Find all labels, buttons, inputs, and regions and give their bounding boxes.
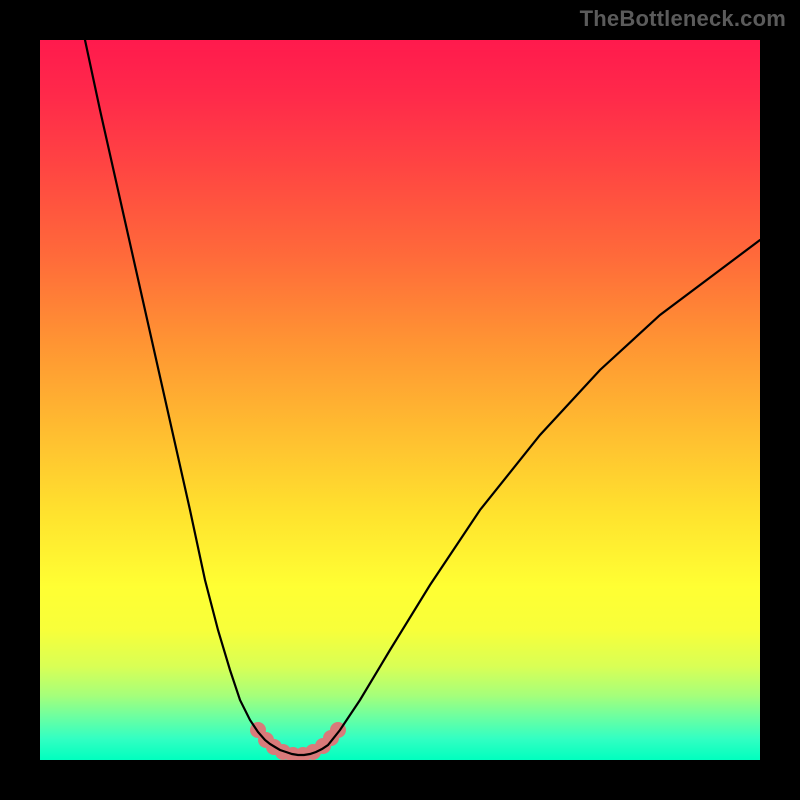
curve-svg	[40, 40, 760, 760]
bottleneck-curve	[85, 40, 760, 755]
watermark-text: TheBottleneck.com	[580, 6, 786, 32]
chart-frame: TheBottleneck.com	[0, 0, 800, 800]
plot-area	[40, 40, 760, 760]
